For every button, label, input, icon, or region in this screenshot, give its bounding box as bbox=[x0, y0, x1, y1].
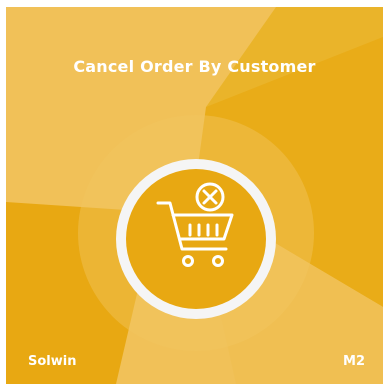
brand-name: Solwin bbox=[28, 354, 77, 369]
platform-label: M2 bbox=[343, 354, 365, 369]
product-title: Cancel Order By Customer bbox=[73, 57, 316, 76]
badge bbox=[116, 159, 276, 319]
product-tile: Cancel Order By Customer Solwin M2 bbox=[6, 7, 383, 384]
